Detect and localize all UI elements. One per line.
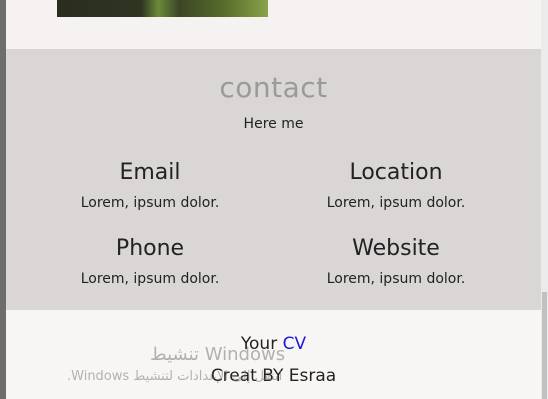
location-value: Lorem, ipsum dolor.	[326, 195, 466, 211]
location-heading: Location	[349, 160, 443, 185]
contact-item-website: Website Lorem, ipsum dolor.	[271, 236, 521, 287]
contact-item-email: Email Lorem, ipsum dolor.	[25, 160, 275, 211]
contact-section: contact Here me Email Lorem, ipsum dolor…	[6, 49, 541, 310]
website-value: Lorem, ipsum dolor.	[326, 271, 466, 287]
contact-title: contact	[219, 71, 328, 104]
scrollbar-thumb[interactable]	[542, 292, 547, 399]
window-left-edge	[0, 0, 6, 399]
contact-item-location: Location Lorem, ipsum dolor.	[271, 160, 521, 211]
contact-item-phone: Phone Lorem, ipsum dolor.	[25, 236, 275, 287]
vertical-scrollbar[interactable]	[541, 0, 548, 399]
website-heading: Website	[352, 236, 440, 261]
activation-watermark-text: انتقل إلى الإعدادات لتنشيط Windows.	[67, 369, 283, 384]
phone-heading: Phone	[115, 236, 185, 261]
profile-photo	[57, 0, 268, 17]
contact-subtitle: Here me	[243, 116, 304, 132]
email-value: Lorem, ipsum dolor.	[80, 195, 220, 211]
phone-value: Lorem, ipsum dolor.	[80, 271, 220, 287]
email-heading: Email	[119, 160, 181, 185]
activation-watermark-title: Windows تنشيط	[150, 344, 286, 365]
footer-cv-text: CV	[282, 334, 307, 354]
page-top-section	[0, 0, 548, 49]
